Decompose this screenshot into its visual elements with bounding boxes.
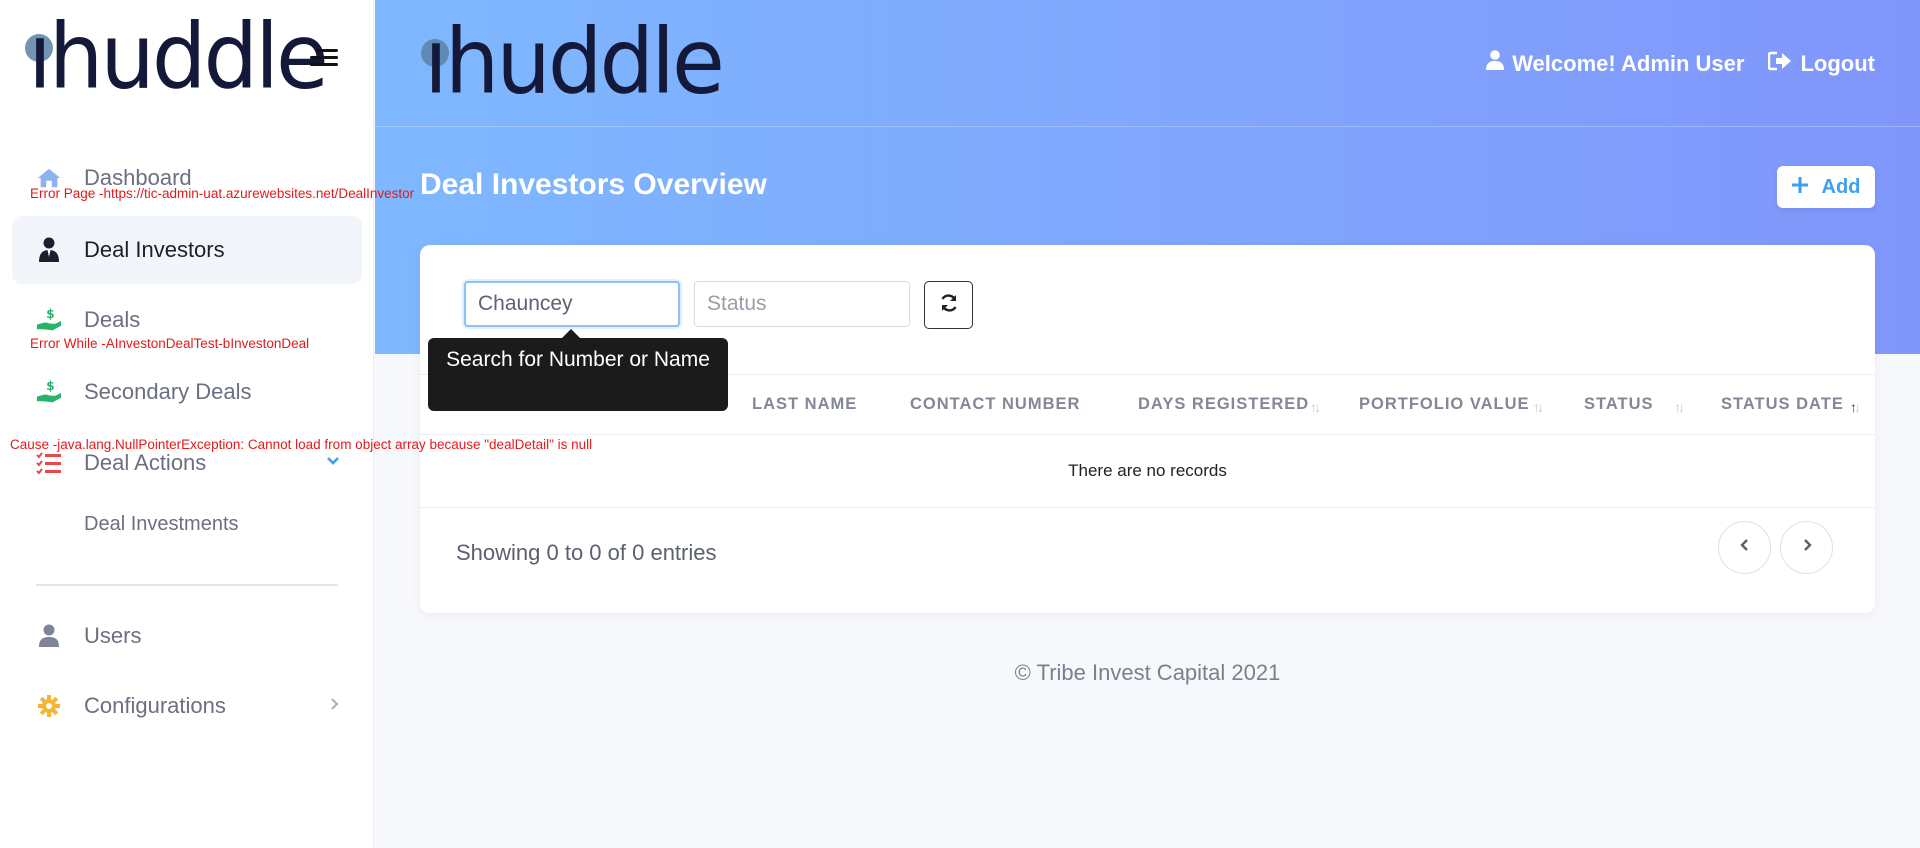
svg-text:$: $ <box>46 379 54 393</box>
sidebar-item-label: Deals <box>84 307 141 332</box>
hand-dollar-icon: $ <box>36 307 62 333</box>
checklist-icon <box>36 450 62 476</box>
chevron-right-icon <box>330 697 340 716</box>
column-header-status[interactable]: STATUS <box>1584 395 1654 414</box>
welcome-user-link[interactable]: Welcome! Admin User <box>1486 50 1744 77</box>
logout-link[interactable]: Logout <box>1768 51 1875 77</box>
sort-asc-icon: ↑↓ <box>1850 399 1861 415</box>
investors-card: NUMBER FIRST NAME LAST NAME CONTACT NUMB… <box>420 245 1875 613</box>
error-cause-text: Cause -java.lang.NullPointerException: C… <box>10 437 593 452</box>
error-page-text: Error Page -https://tic-admin-uat.azurew… <box>30 186 415 201</box>
investor-icon <box>36 237 62 263</box>
sort-icon: ↑↓ <box>1674 399 1685 415</box>
sidebar-item-label: Deal Actions <box>84 450 207 475</box>
add-button-label: Add <box>1821 175 1861 198</box>
sort-icon: ↑↓ <box>1533 399 1544 415</box>
page-title: Deal Investors Overview <box>420 168 767 201</box>
sidebar-divider <box>36 584 338 586</box>
plus-icon <box>1791 176 1808 199</box>
user-icon <box>1486 50 1505 77</box>
sidebar-item-label: Deal Investors <box>84 237 225 262</box>
sidebar-item-label: Configurations <box>84 693 226 718</box>
error-while-text: Error While -AInvestonDealTest-bInveston… <box>30 336 310 351</box>
sidebar-subitem-deal-investments[interactable]: Deal Investments <box>84 513 239 536</box>
chevron-down-icon <box>326 453 340 471</box>
gear-icon <box>36 693 62 719</box>
hand-dollar-icon: $ <box>36 379 62 405</box>
next-page-button[interactable] <box>1780 521 1833 574</box>
add-button[interactable]: Add <box>1777 166 1875 208</box>
sidebar: ıhuddle Dashboard Deal Investors $ Deals… <box>0 0 374 848</box>
sidebar-item-dashboard[interactable]: Dashboard <box>12 144 362 212</box>
table-divider <box>420 507 1875 508</box>
search-tooltip: Search for Number or Name <box>428 329 728 411</box>
logo-text: ıhuddle <box>424 9 725 115</box>
chevron-right-icon <box>1802 538 1812 557</box>
user-icon <box>36 623 62 649</box>
column-header-days-registered[interactable]: DAYS REGISTERED <box>1138 395 1309 414</box>
logo-text: ıhuddle <box>28 4 329 110</box>
menu-toggle-icon[interactable] <box>308 47 338 69</box>
chevron-left-icon <box>1739 538 1750 557</box>
svg-text:$: $ <box>46 307 54 321</box>
refresh-button[interactable] <box>924 281 973 329</box>
search-input[interactable] <box>464 281 680 327</box>
logout-icon <box>1768 51 1792 77</box>
empty-table-message: There are no records <box>1068 461 1227 480</box>
entries-info: Showing 0 to 0 of 0 entries <box>456 540 717 565</box>
huddle-logo[interactable]: ıhuddle <box>25 4 329 110</box>
logout-text: Logout <box>1800 50 1875 76</box>
huddle-logo[interactable]: ıhuddle <box>421 9 725 115</box>
column-header-contact-number[interactable]: CONTACT NUMBER <box>910 395 1080 414</box>
status-filter-input[interactable] <box>694 281 910 327</box>
footer-copyright: © Tribe Invest Capital 2021 <box>1014 660 1281 685</box>
column-header-last-name[interactable]: LAST NAME <box>752 395 857 414</box>
refresh-icon <box>939 293 959 318</box>
prev-page-button[interactable] <box>1718 521 1771 574</box>
sidebar-item-label: Users <box>84 623 142 648</box>
sidebar-item-deal-investors[interactable]: Deal Investors <box>12 216 362 284</box>
column-header-status-date[interactable]: STATUS DATE <box>1721 395 1844 414</box>
sort-icon: ↑↓ <box>1310 399 1321 415</box>
column-header-portfolio-value[interactable]: PORTFOLIO VALUE <box>1359 395 1530 414</box>
welcome-text: Welcome! Admin User <box>1512 50 1745 76</box>
sidebar-item-label: Secondary Deals <box>84 379 252 404</box>
sidebar-item-secondary-deals[interactable]: $ Secondary Deals <box>12 358 362 426</box>
header-divider <box>375 126 1920 127</box>
header-user-area: Welcome! Admin User Logout <box>1486 50 1875 77</box>
sidebar-item-users[interactable]: Users <box>12 602 362 670</box>
sidebar-item-configurations[interactable]: Configurations <box>12 672 362 740</box>
